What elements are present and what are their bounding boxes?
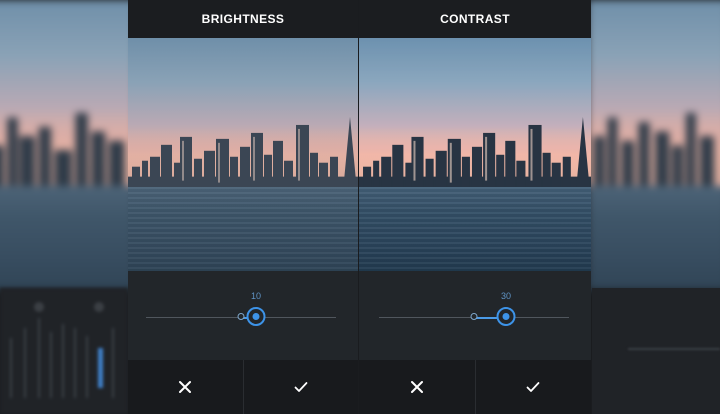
title-bar: CONTRAST (359, 0, 591, 38)
slider-value-label: 30 (500, 291, 512, 301)
background-slider-strip (592, 288, 720, 414)
slider-origin-marker (237, 313, 245, 320)
action-bar (128, 360, 358, 414)
contrast-panel: CONTRAST 30 (359, 0, 591, 414)
photo-preview (128, 38, 358, 271)
background-photo-right (588, 0, 720, 290)
cancel-button[interactable] (128, 360, 243, 414)
slider-thumb[interactable] (496, 307, 516, 326)
panel-title: CONTRAST (440, 12, 510, 26)
slider-origin-marker (470, 313, 478, 320)
brightness-panel: BRIGHTNESS 10 (128, 0, 358, 414)
slider-thumb[interactable] (246, 307, 266, 326)
photo-preview (359, 38, 591, 271)
background-photo-left (0, 0, 135, 290)
brightness-slider-area: 10 (128, 271, 358, 360)
checkmark-icon (526, 382, 540, 392)
checkmark-icon (294, 382, 308, 392)
panel-title: BRIGHTNESS (201, 12, 285, 26)
city-skyline (359, 117, 591, 192)
contrast-slider-area: 30 (359, 271, 591, 360)
cancel-button[interactable] (359, 360, 475, 414)
confirm-button[interactable] (242, 360, 359, 414)
confirm-button[interactable] (474, 360, 592, 414)
close-icon (410, 381, 423, 393)
slider-value-label: 10 (250, 291, 262, 301)
title-bar: BRIGHTNESS (128, 0, 358, 38)
action-bar (359, 360, 591, 414)
city-skyline (128, 117, 358, 192)
background-adjust-strip (0, 288, 128, 414)
close-icon (179, 381, 192, 393)
